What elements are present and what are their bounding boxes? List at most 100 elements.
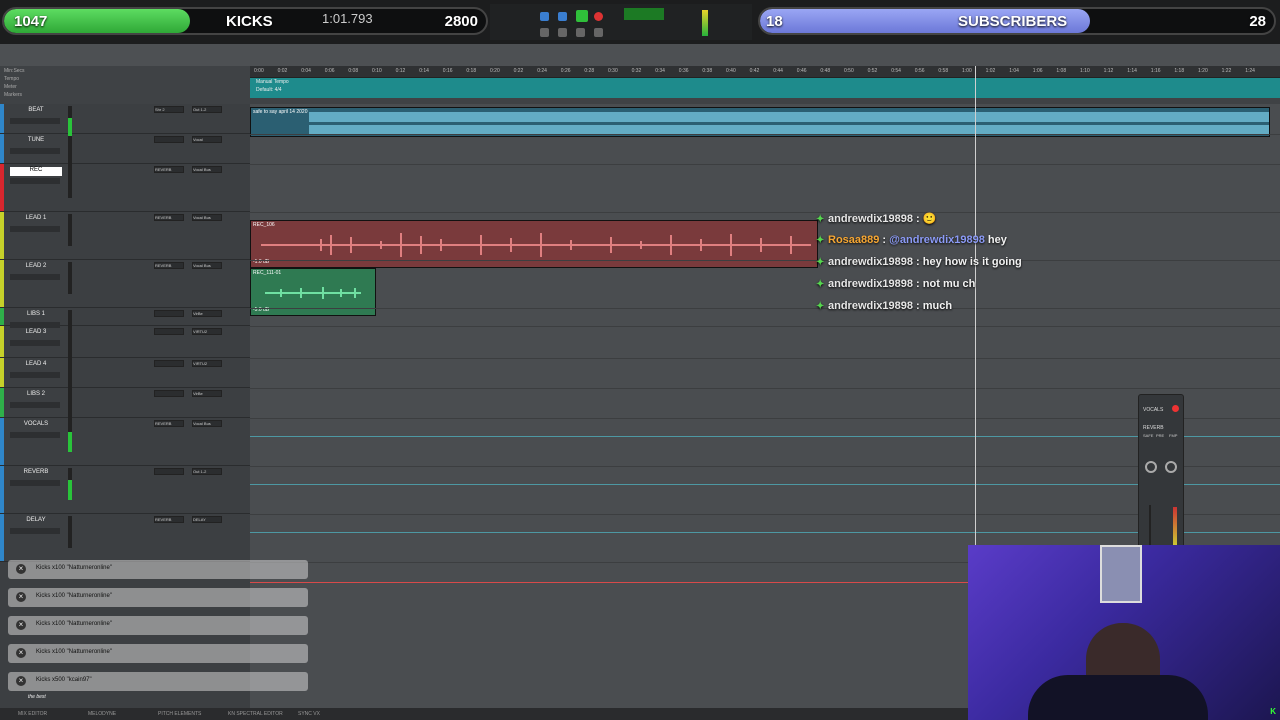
track-buttons (10, 148, 60, 154)
alert-text: Kicks x500 "kcain97" (36, 677, 92, 683)
online-icon[interactable] (558, 12, 567, 21)
insert-slot[interactable] (154, 360, 184, 367)
output-slot[interactable]: VIRTU2 (192, 328, 222, 335)
loop-icon[interactable] (540, 12, 549, 21)
track-name[interactable]: LIBS 1 (10, 311, 62, 320)
insert-slot[interactable] (154, 390, 184, 397)
ruler-tick: 0:14 (419, 68, 429, 74)
output-slot[interactable]: Out 1-2 (192, 468, 222, 475)
ruler-tick: 1:06 (1032, 68, 1043, 74)
output-slot[interactable]: Vocal Bus (192, 166, 222, 173)
track-header[interactable]: LEAD 3 VIRTU2 (0, 326, 250, 360)
bottom-tab[interactable]: MELODYNE (88, 711, 116, 717)
corner-badge: K (1270, 707, 1276, 716)
insert-slot[interactable] (154, 310, 184, 317)
screen: 1047 KICKS 2800 1:01.793 18 SUBSCRIBERS … (0, 0, 1280, 720)
track-name[interactable]: LEAD 2 (10, 263, 62, 272)
insert-slot[interactable]: REVERB (154, 214, 184, 221)
track-header[interactable]: LEAD 1 REVERB Vocal Bus (0, 212, 250, 260)
track-name[interactable]: LEAD 4 (10, 361, 62, 370)
track-header[interactable]: REC REVERB Vocal Bus (0, 164, 250, 212)
reverb-lane-line (250, 484, 1280, 485)
track-header[interactable]: LIBS 2 VirBe (0, 388, 250, 422)
track-color-strip (0, 104, 4, 133)
insert-slot[interactable]: REVERB (154, 516, 184, 523)
output-slot[interactable]: VirBe (192, 390, 222, 397)
track-name[interactable]: LEAD 1 (10, 215, 62, 224)
close-icon[interactable] (1172, 405, 1179, 412)
bottom-tab[interactable]: PITCH ELEMENTS (158, 711, 201, 717)
lane-divider (250, 514, 1280, 515)
kicks-goal-count: 1047 (14, 13, 48, 30)
output-slot[interactable]: VIRTU2 (192, 360, 222, 367)
end-icon[interactable] (594, 28, 603, 37)
track-header[interactable]: LEAD 2 REVERB Vocal Bus (0, 260, 250, 308)
bottom-tab[interactable]: MIX EDITOR (18, 711, 47, 717)
track-header[interactable]: LEAD 4 VIRTU2 (0, 358, 250, 392)
insert-slot[interactable] (154, 136, 184, 143)
track-header[interactable]: LIBS 1 VirBe (0, 308, 250, 342)
track-header[interactable]: BEAT Shr 2 Out 1-2 (0, 104, 250, 138)
stop-icon[interactable] (558, 28, 567, 37)
track-name[interactable]: TUNE (10, 137, 62, 146)
lane-divider (250, 326, 1280, 327)
track-name[interactable]: REC (10, 167, 62, 176)
track-header[interactable]: VOCALS REVERB Vocal Bus (0, 418, 250, 466)
insert-slot[interactable]: Shr 2 (154, 106, 184, 113)
person-shirt (1028, 675, 1208, 720)
kicks-goal-target: 2800 (444, 13, 478, 30)
dismiss-icon[interactable]: × (16, 564, 26, 574)
track-name[interactable]: LIBS 2 (10, 391, 62, 400)
output-slot[interactable]: VirBe (192, 310, 222, 317)
output-slot[interactable]: DELAY (192, 516, 222, 523)
ruler-tick: 0:58 (938, 68, 949, 74)
ruler-tick: 0:50 (844, 68, 854, 74)
beat-clip[interactable]: safe to say april 14 2020 (250, 107, 1270, 137)
insert-slot[interactable] (154, 468, 184, 475)
ruler-tick: 1:18 (1174, 68, 1185, 74)
output-slot[interactable]: Out 1-2 (192, 106, 222, 113)
bottom-tab[interactable]: SYNC VX (298, 711, 320, 717)
pan-knob-right[interactable] (1165, 461, 1177, 473)
track-name[interactable]: VOCALS (10, 421, 62, 430)
bottom-tab[interactable]: KN SPECTRAL EDITOR (228, 711, 283, 717)
track-name[interactable]: BEAT (10, 107, 62, 116)
count-off-display[interactable] (624, 8, 664, 20)
plugin-safe-button[interactable]: SAFE (1143, 433, 1153, 438)
timeline-ruler[interactable]: 0:00 0:02 0:04 0:06 0:08 0:10 0:12 0:14 0:16 0:18… (250, 66, 1280, 78)
track-header[interactable]: DELAY REVERB DELAY (0, 514, 250, 562)
track-header[interactable]: REVERB Out 1-2 (0, 466, 250, 514)
track-buttons (10, 178, 60, 184)
kick-alert: × Kicks x100 "Natturneronline" (8, 588, 308, 607)
play-icon[interactable] (576, 10, 588, 22)
record-icon[interactable] (594, 12, 603, 21)
track-meter (68, 516, 72, 548)
forward-icon[interactable] (576, 28, 585, 37)
ruler-tick: 1:12 (1103, 68, 1114, 74)
ruler-tick: 0:00 (254, 68, 264, 74)
insert-slot[interactable]: REVERB (154, 166, 184, 173)
dismiss-icon[interactable]: × (16, 676, 26, 686)
insert-slot[interactable]: REVERB (154, 420, 184, 427)
alert-text: Kicks x100 "Natturneronline" (36, 593, 112, 599)
output-slot[interactable]: Vocal Bus (192, 262, 222, 269)
insert-slot[interactable] (154, 328, 184, 335)
output-slot[interactable]: Vocal Bus (192, 420, 222, 427)
plugin-fmp-button[interactable]: FMP (1169, 433, 1177, 438)
track-name[interactable]: LEAD 3 (10, 329, 62, 338)
output-slot[interactable]: Vocal (192, 136, 222, 143)
rewind-icon[interactable] (540, 28, 549, 37)
ruler-tick: 0:48 (820, 68, 831, 74)
track-name[interactable]: DELAY (10, 517, 62, 526)
dismiss-icon[interactable]: × (16, 648, 26, 658)
pan-knob-left[interactable] (1145, 461, 1157, 473)
track-name[interactable]: REVERB (10, 469, 62, 478)
track-header[interactable]: TUNE Vocal (0, 134, 250, 168)
plugin-pre-button[interactable]: PRE (1156, 433, 1164, 438)
dismiss-icon[interactable]: × (16, 592, 26, 602)
alert-text: Kicks x100 "Natturneronline" (36, 565, 112, 571)
dismiss-icon[interactable]: × (16, 620, 26, 630)
insert-slot[interactable]: REVERB (154, 262, 184, 269)
output-slot[interactable]: Vocal Bus (192, 214, 222, 221)
tempo-ruler[interactable]: Manual Tempo Default: 4/4 (250, 78, 1280, 98)
